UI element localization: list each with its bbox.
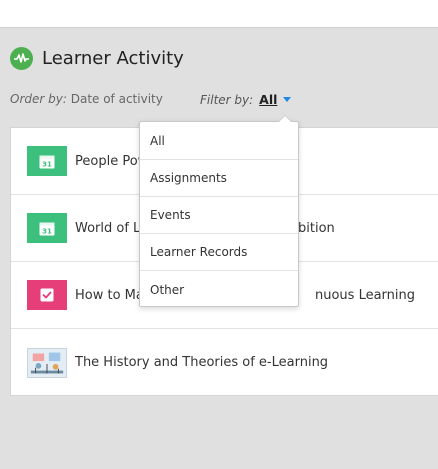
filter-option-learner-records[interactable]: Learner Records [140,234,298,271]
filter-by-control[interactable]: Filter by: All [200,92,292,107]
filter-option-other[interactable]: Other [140,271,298,308]
activity-title: People Pow [75,153,149,169]
svg-text:31: 31 [42,160,52,168]
order-by-value: Date of activity [70,92,163,106]
top-bar [0,0,438,28]
order-by-control[interactable]: Order by: Date of activity [10,92,163,106]
activity-pulse-icon [10,46,33,70]
calendar-31-icon: 31 [27,213,67,243]
list-controls: Order by: Date of activity Filter by: Al… [10,90,430,110]
page-title: Learner Activity [42,47,184,69]
checklist-icon [27,280,67,310]
page-header: Learner Activity [10,45,184,71]
filter-dropdown-menu: All Assignments Events Learner Records O… [139,115,299,308]
caret-down-icon[interactable] [283,97,292,102]
filter-option-all[interactable]: All [140,123,298,160]
activity-title: The History and Theories of e-Learning [75,355,329,370]
activity-title-tail: nuous Learning [315,287,416,303]
order-by-label: Order by: [10,92,67,106]
filter-value-toggle[interactable]: All [259,92,277,107]
thumbnail-image [27,347,67,378]
filter-by-label: Filter by: [200,92,254,107]
activity-title: World of Le [75,220,149,236]
svg-text:31: 31 [42,227,52,235]
filter-option-events[interactable]: Events [140,197,298,234]
activity-title: How to Ma [75,287,144,303]
calendar-31-icon: 31 [27,146,67,176]
activity-title-tail: bition [298,220,335,236]
activity-row[interactable]: The History and Theories of e-Learning [11,329,438,396]
filter-option-assignments[interactable]: Assignments [140,160,298,197]
